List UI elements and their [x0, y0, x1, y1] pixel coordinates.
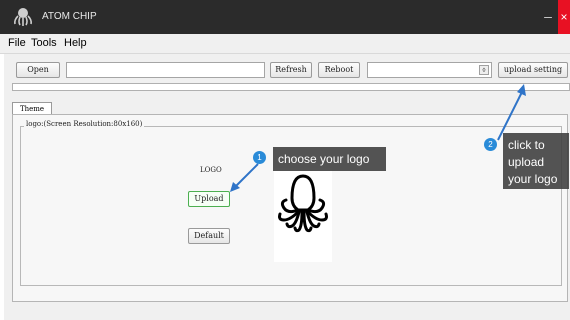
progress-bar: [12, 83, 570, 91]
open-button[interactable]: Open: [16, 62, 60, 78]
logo-group-title: logo:(Screen Resolution:80x160): [24, 120, 145, 128]
menu-help[interactable]: Help: [64, 37, 87, 49]
port-select[interactable]: ◊: [367, 62, 492, 78]
octopus-icon: [12, 7, 34, 27]
refresh-button[interactable]: Refresh: [270, 62, 312, 78]
dropdown-arrow-icon[interactable]: ◊: [479, 65, 489, 75]
window-title: ATOM CHIP: [42, 11, 97, 22]
logo-preview: [274, 168, 332, 262]
menu-file[interactable]: File: [8, 37, 26, 49]
minimize-button[interactable]: –: [540, 4, 556, 28]
reboot-button[interactable]: Reboot: [318, 62, 360, 78]
logo-label: LOGO: [200, 166, 222, 174]
annotation-badge-2: 2: [484, 138, 497, 151]
menu-tools[interactable]: Tools: [31, 37, 57, 49]
close-button[interactable]: ×: [558, 0, 570, 34]
default-button[interactable]: Default: [188, 228, 230, 244]
annotation-badge-1: 1: [253, 151, 266, 164]
annotation-callout-1: choose your logo: [273, 147, 386, 171]
upload-button[interactable]: Upload: [188, 191, 230, 207]
octopus-logo: [278, 174, 328, 233]
annotation-callout-2: click to upload your logo: [503, 133, 569, 189]
annotation-arrow-1: [230, 163, 259, 192]
menu-bar: File Tools Help: [0, 34, 570, 54]
upload-setting-button[interactable]: upload setting: [498, 62, 568, 78]
file-path-field[interactable]: [66, 62, 265, 78]
